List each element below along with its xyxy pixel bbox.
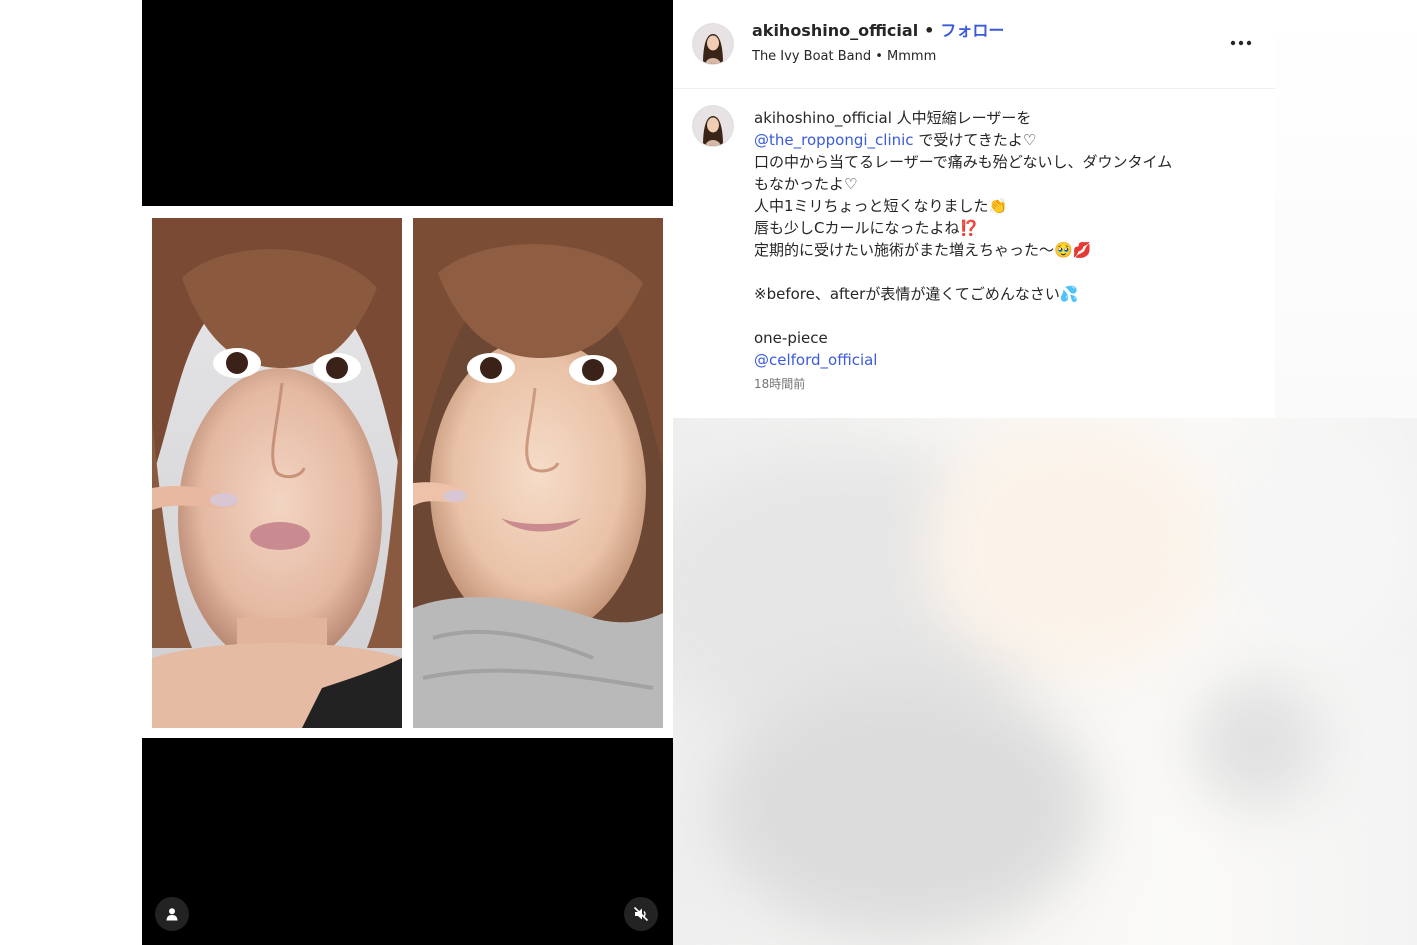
post-header: akihoshino_official • フォロー The Ivy Boat Ba… [673, 0, 1275, 89]
mention-link[interactable]: @celford_official [754, 351, 877, 369]
page-margin-right [1275, 0, 1417, 418]
page: akihoshino_official • フォロー The Ivy Boat Ba… [0, 0, 1417, 945]
header-title-row: akihoshino_official • フォロー [752, 20, 1004, 42]
caption-author-avatar[interactable] [693, 106, 733, 146]
author-avatar[interactable] [693, 24, 733, 64]
caption-line: @the_roppongi_clinic で受けてきたよ♡ [754, 129, 1254, 151]
audio-attribution[interactable]: The Ivy Boat Band • Mmmm [752, 48, 936, 66]
caption-username[interactable]: akihoshino_official [754, 109, 892, 127]
blurred-backdrop [673, 418, 1417, 945]
backdrop-blob [1193, 678, 1323, 808]
post-panel: akihoshino_official • フォロー The Ivy Boat Ba… [673, 0, 1275, 418]
header-separator: • [924, 21, 935, 40]
caption-text: 人中短縮レーザーを [896, 109, 1032, 127]
speaker-muted-icon [633, 906, 649, 922]
mute-button[interactable] [624, 897, 658, 931]
caption-line: ※before、afterが表情が違くてごめんなさい💦 [754, 285, 1079, 303]
before-photo [152, 218, 402, 728]
more-horizontal-icon [1230, 40, 1252, 46]
caption-line: akihoshino_official 人中短縮レーザーを [754, 107, 1254, 129]
after-photo [413, 218, 663, 728]
post-caption: akihoshino_official 人中短縮レーザーを @the_roppo… [754, 107, 1254, 371]
user-tags-button[interactable] [155, 897, 189, 931]
mention-link[interactable]: @the_roppongi_clinic [754, 131, 914, 149]
caption-line: one-piece [754, 329, 828, 347]
caption-line: もなかったよ♡ [754, 175, 858, 193]
media-letterbox-top [142, 0, 673, 206]
caption-line: 唇も少しCカールになったよね⁉️ [754, 219, 979, 237]
author-username[interactable]: akihoshino_official [752, 21, 918, 40]
after-photo-image [413, 218, 663, 728]
follow-button[interactable]: フォロー [940, 21, 1004, 40]
backdrop-blob [713, 678, 1093, 938]
caption-line: 口の中から当てるレーザーで痛みも殆どないし、ダウンタイム [754, 153, 1173, 171]
caption-line: 定期的に受けたい施術がまた増えちゃった〜🥹💋 [754, 241, 1092, 259]
caption-text: で受けてきたよ♡ [918, 131, 1037, 149]
more-options-button[interactable] [1226, 33, 1256, 53]
backdrop-blob [1233, 438, 1413, 638]
backdrop-blob [923, 418, 1223, 678]
before-after-collage [142, 206, 673, 738]
post-media[interactable] [142, 0, 673, 945]
caption-line: 人中1ミリちょっと短くなりました👏 [754, 197, 1008, 215]
caption-line: @celford_official [754, 349, 1254, 371]
post-timestamp[interactable]: 18時間前 [754, 376, 805, 392]
person-icon [166, 908, 178, 921]
before-photo-image [152, 218, 402, 728]
media-letterbox-bottom [142, 738, 673, 945]
